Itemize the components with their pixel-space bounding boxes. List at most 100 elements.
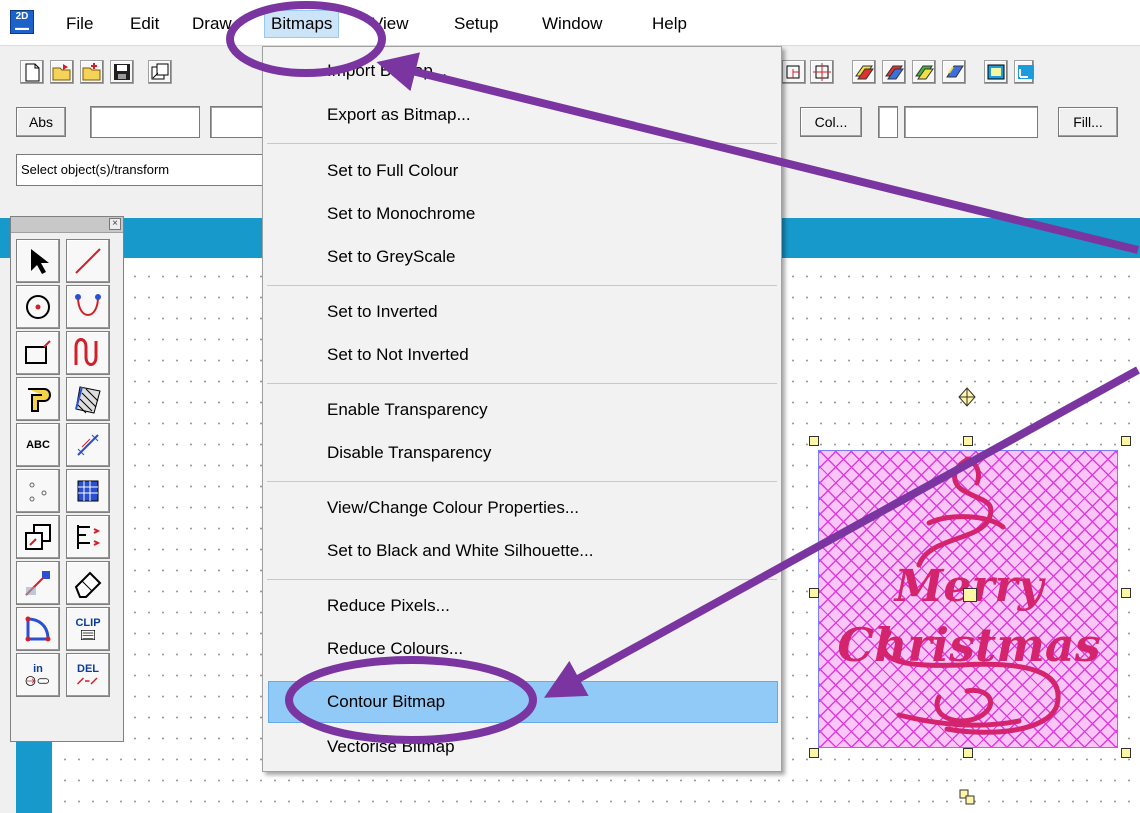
select-tool[interactable] xyxy=(16,239,60,283)
dimension-tool[interactable] xyxy=(66,423,110,467)
x-coordinate-input[interactable] xyxy=(90,106,200,138)
arc-icon xyxy=(75,294,101,316)
menu-view[interactable]: View xyxy=(366,12,415,36)
layer-backward-icon[interactable] xyxy=(942,60,966,84)
menu-help[interactable]: Help xyxy=(646,12,693,36)
insert-label: in xyxy=(33,663,43,675)
rectangle-icon xyxy=(25,340,51,364)
centre-icon[interactable] xyxy=(810,60,834,84)
frame-icon[interactable] xyxy=(984,60,1008,84)
dimension-icon xyxy=(77,434,99,456)
delete-tool[interactable]: DEL xyxy=(66,653,110,697)
status-text: Select object(s)/transform xyxy=(16,154,266,186)
colour-button[interactable]: Col... xyxy=(800,107,862,137)
hatch-tool[interactable] xyxy=(66,377,110,421)
menu-item-set-monochrome[interactable]: Set to Monochrome xyxy=(327,202,475,226)
curve-icon xyxy=(74,338,98,366)
resize-handle-n[interactable] xyxy=(963,436,973,446)
offset-icon xyxy=(28,388,51,412)
palette-close-icon[interactable]: × xyxy=(109,218,121,230)
resize-handle-e[interactable] xyxy=(1121,588,1131,598)
menu-bar: 2D ▬▬ File Edit Draw Bitmaps View Setup W… xyxy=(0,0,1140,46)
resize-handle-w[interactable] xyxy=(809,588,819,598)
points-icon xyxy=(29,482,47,502)
align-icon xyxy=(77,525,101,549)
align-tool[interactable] xyxy=(66,515,110,559)
clip-tool[interactable]: CLIP xyxy=(66,607,110,651)
line-tool[interactable] xyxy=(66,239,110,283)
menu-item-contour-bitmap[interactable]: Contour Bitmap xyxy=(327,690,445,714)
menu-setup[interactable]: Setup xyxy=(448,12,504,36)
rotate-handle-icon[interactable] xyxy=(957,387,977,407)
delete-icon xyxy=(76,677,98,685)
resize-handle-ne[interactable] xyxy=(1121,436,1131,446)
layer-back-icon[interactable] xyxy=(882,60,906,84)
open-add-icon[interactable] xyxy=(80,60,104,84)
curve-tool[interactable] xyxy=(66,331,110,375)
menu-edit[interactable]: Edit xyxy=(124,12,165,36)
menu-item-set-full-colour[interactable]: Set to Full Colour xyxy=(327,159,458,183)
menu-item-vectorise-bitmap[interactable]: Vectorise Bitmap xyxy=(327,735,455,759)
copy-icon xyxy=(25,524,51,550)
menu-item-colour-properties[interactable]: View/Change Colour Properties... xyxy=(327,496,579,520)
resize-handle-sw[interactable] xyxy=(809,748,819,758)
abs-button[interactable]: Abs xyxy=(16,107,66,137)
hatch-icon xyxy=(75,386,101,414)
menu-item-reduce-colours[interactable]: Reduce Colours... xyxy=(327,637,463,661)
insert-tool[interactable]: in xyxy=(16,653,60,697)
centre-handle[interactable] xyxy=(963,588,977,602)
node-edit-tool[interactable] xyxy=(16,607,60,651)
bitmaps-dropdown-menu: Import Bitmap... Export as Bitmap... Set… xyxy=(262,46,782,772)
menu-window[interactable]: Window xyxy=(536,12,608,36)
circle-tool[interactable] xyxy=(16,285,60,329)
colour-input[interactable] xyxy=(904,106,1038,138)
menu-separator xyxy=(267,143,777,144)
bitmap-text-christmas: Christmas xyxy=(837,618,1100,672)
text-tool-label: ABC xyxy=(26,439,50,451)
palette-title-bar[interactable]: × xyxy=(11,217,123,233)
clip-label: CLIP xyxy=(75,617,101,629)
resize-handle-s[interactable] xyxy=(963,748,973,758)
new-file-icon[interactable] xyxy=(20,60,44,84)
resize-handle-nw[interactable] xyxy=(809,436,819,446)
line-icon xyxy=(75,248,101,274)
fill-pattern-tool[interactable] xyxy=(66,469,110,513)
menu-item-disable-transparency[interactable]: Disable Transparency xyxy=(327,441,491,465)
eraser-tool[interactable] xyxy=(66,561,110,605)
menu-item-set-not-inverted[interactable]: Set to Not Inverted xyxy=(327,343,469,367)
open-file-icon[interactable] xyxy=(50,60,74,84)
points-tool[interactable] xyxy=(16,469,60,513)
copy-tool[interactable] xyxy=(16,515,60,559)
resize-icon[interactable] xyxy=(782,60,806,84)
y-coordinate-input[interactable] xyxy=(210,106,270,138)
text-tool[interactable]: ABC xyxy=(16,423,60,467)
import-icon[interactable] xyxy=(148,60,172,84)
move-handle-icon[interactable] xyxy=(958,788,976,806)
layer-forward-icon[interactable] xyxy=(912,60,936,84)
offset-tool[interactable] xyxy=(16,377,60,421)
tool-palette: × ABC CLIP in DEL xyxy=(10,216,124,742)
colour-swatch[interactable] xyxy=(878,106,898,138)
menu-item-silhouette[interactable]: Set to Black and White Silhouette... xyxy=(327,539,593,563)
rectangle-tool[interactable] xyxy=(16,331,60,375)
chart-icon[interactable] xyxy=(1014,60,1034,84)
menu-item-import-bitmap[interactable]: Import Bitmap... xyxy=(327,59,447,83)
menu-bitmaps[interactable]: Bitmaps xyxy=(264,10,340,38)
bitmap-text-merry: Merry xyxy=(893,561,1047,612)
menu-file[interactable]: File xyxy=(60,12,99,36)
pattern-fill-icon xyxy=(77,480,99,502)
menu-item-enable-transparency[interactable]: Enable Transparency xyxy=(327,398,488,422)
menu-item-reduce-pixels[interactable]: Reduce Pixels... xyxy=(327,594,450,618)
bitmap-trace-tool[interactable] xyxy=(16,561,60,605)
menu-item-set-greyscale[interactable]: Set to GreyScale xyxy=(327,245,456,269)
layer-front-icon[interactable] xyxy=(852,60,876,84)
menu-item-export-as-bitmap[interactable]: Export as Bitmap... xyxy=(327,103,471,127)
menu-draw[interactable]: Draw xyxy=(186,12,238,36)
save-icon[interactable] xyxy=(110,60,134,84)
arrow-pointer-icon xyxy=(31,249,49,274)
menu-item-set-inverted[interactable]: Set to Inverted xyxy=(327,300,438,324)
app-icon[interactable]: 2D ▬▬ xyxy=(10,10,34,34)
arc-tool[interactable] xyxy=(66,285,110,329)
resize-handle-se[interactable] xyxy=(1121,748,1131,758)
fill-button[interactable]: Fill... xyxy=(1058,107,1118,137)
